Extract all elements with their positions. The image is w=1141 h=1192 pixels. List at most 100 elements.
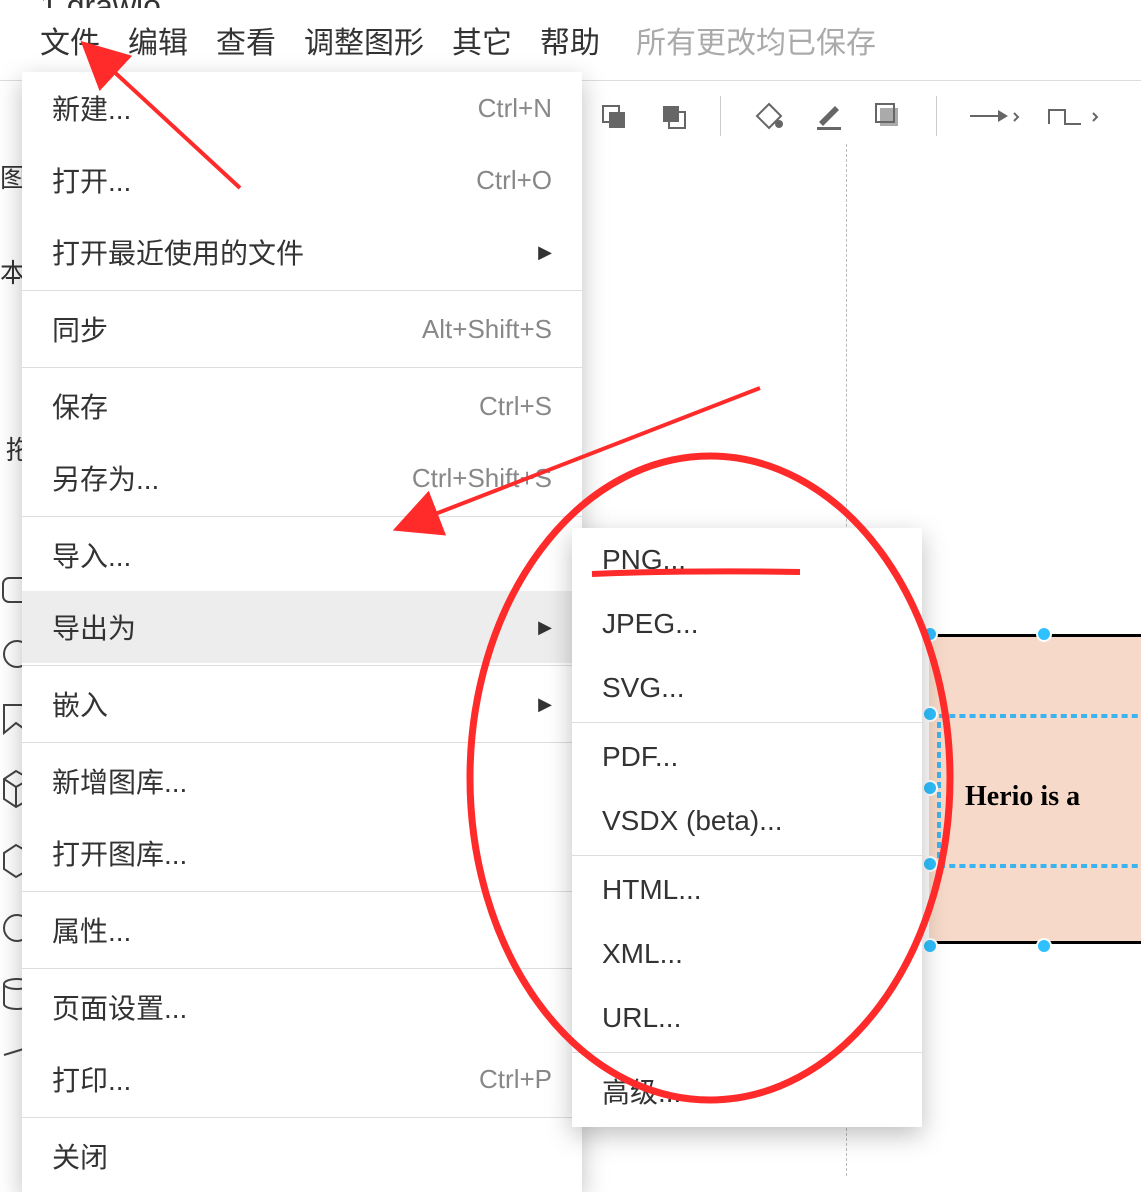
menu-item-save-as[interactable]: 另存为... Ctrl+Shift+S <box>22 442 582 514</box>
menu-item-label: 高级... <box>602 1071 681 1111</box>
menu-item-label: HTML... <box>602 874 702 906</box>
node-text: Herio is a <box>965 781 1080 813</box>
title-text: 1.drawio <box>40 0 161 8</box>
menu-item-label: 打开... <box>52 160 131 200</box>
menu-separator <box>22 891 582 892</box>
menu-item-label: XML... <box>602 938 683 970</box>
menu-item-new[interactable]: 新建... Ctrl+N <box>22 72 582 144</box>
menu-item-page-setup[interactable]: 页面设置... <box>22 971 582 1043</box>
menu-item-label: 同步 <box>52 309 108 349</box>
menu-item-label: 新建... <box>52 88 131 128</box>
menu-item-label: 导出为 <box>52 607 136 647</box>
menu-item-shortcut: Ctrl+N <box>478 93 552 124</box>
menu-item-export-as[interactable]: 导出为 ▶ <box>22 591 582 663</box>
export-html[interactable]: HTML... <box>572 858 922 922</box>
export-png[interactable]: PNG... <box>572 528 922 592</box>
waypoints-icon[interactable] <box>1046 98 1101 134</box>
menu-separator <box>572 855 922 856</box>
shadow-icon[interactable] <box>870 98 905 134</box>
menu-arrange[interactable]: 调整图形 <box>304 18 424 62</box>
menu-item-label: VSDX (beta)... <box>602 805 783 837</box>
menu-edit[interactable]: 编辑 <box>128 18 188 62</box>
export-advanced[interactable]: 高级... <box>572 1055 922 1127</box>
menu-item-open[interactable]: 打开... Ctrl+O <box>22 144 582 216</box>
chevron-right-icon: ▶ <box>538 242 552 263</box>
menu-item-shortcut: Ctrl+Shift+S <box>412 463 552 494</box>
menu-item-label: 打印... <box>52 1059 131 1099</box>
document-title: 1.drawio <box>0 0 1141 8</box>
fill-color-icon[interactable] <box>751 98 786 134</box>
menu-help[interactable]: 帮助 <box>540 18 600 62</box>
save-status: 所有更改均已保存 <box>636 18 876 62</box>
menu-separator <box>572 1052 922 1053</box>
menu-separator <box>22 516 582 517</box>
export-jpeg[interactable]: JPEG... <box>572 592 922 656</box>
menu-item-new-library[interactable]: 新增图库... <box>22 745 582 817</box>
line-color-icon[interactable] <box>811 98 846 134</box>
menu-item-label: 打开图库... <box>52 833 187 873</box>
menu-file[interactable]: 文件 <box>40 18 100 62</box>
menu-separator <box>22 367 582 368</box>
menu-item-properties[interactable]: 属性... <box>22 894 582 966</box>
menu-item-label: 页面设置... <box>52 987 187 1027</box>
selection-handle[interactable] <box>922 856 938 872</box>
menu-item-open-library[interactable]: 打开图库... <box>22 817 582 889</box>
menu-item-label: 另存为... <box>52 458 159 498</box>
menu-bar: 文件 编辑 查看 调整图形 其它 帮助 所有更改均已保存 <box>0 8 1141 81</box>
toolbar-separator <box>720 96 721 136</box>
menu-separator <box>22 1117 582 1118</box>
menu-item-label: JPEG... <box>602 608 698 640</box>
menu-item-label: PDF... <box>602 741 678 773</box>
menu-separator <box>22 742 582 743</box>
menu-item-embed[interactable]: 嵌入 ▶ <box>22 668 582 740</box>
export-xml[interactable]: XML... <box>572 922 922 986</box>
menu-item-label: URL... <box>602 1002 681 1034</box>
menu-item-label: 新增图库... <box>52 761 187 801</box>
selection-handle[interactable] <box>922 626 938 642</box>
menu-item-label: 打开最近使用的文件 <box>52 232 304 272</box>
menu-item-shortcut: Alt+Shift+S <box>422 314 552 345</box>
selection-guide <box>929 714 1141 718</box>
menu-item-save[interactable]: 保存 Ctrl+S <box>22 370 582 442</box>
menu-item-label: 属性... <box>52 910 131 950</box>
menu-item-import[interactable]: 导入... <box>22 519 582 591</box>
menu-separator <box>22 665 582 666</box>
menu-item-label: 导入... <box>52 535 131 575</box>
toolbar-separator <box>936 96 937 136</box>
export-pdf[interactable]: PDF... <box>572 725 922 789</box>
menu-item-shortcut: Ctrl+S <box>479 391 552 422</box>
export-svg[interactable]: SVG... <box>572 656 922 720</box>
chevron-right-icon: ▶ <box>538 617 552 638</box>
menu-item-label: PNG... <box>602 544 686 576</box>
menu-item-shortcut: Ctrl+P <box>479 1064 552 1095</box>
menu-extras[interactable]: 其它 <box>452 18 512 62</box>
export-vsdx[interactable]: VSDX (beta)... <box>572 789 922 853</box>
menu-item-sync[interactable]: 同步 Alt+Shift+S <box>22 293 582 365</box>
selection-handle[interactable] <box>922 780 938 796</box>
menu-separator <box>572 722 922 723</box>
chevron-right-icon: ▶ <box>538 694 552 715</box>
selection-handle[interactable] <box>922 938 938 954</box>
to-back-icon[interactable] <box>655 98 690 134</box>
menu-item-label: 保存 <box>52 386 108 426</box>
menu-item-label: 嵌入 <box>52 684 108 724</box>
selection-handle[interactable] <box>922 706 938 722</box>
menu-view[interactable]: 查看 <box>216 18 276 62</box>
diagram-node[interactable]: Herio is a <box>929 634 1141 944</box>
selection-guide <box>929 864 1141 868</box>
menu-item-label: 关闭 <box>52 1136 108 1176</box>
menu-separator <box>22 290 582 291</box>
connection-icon[interactable] <box>967 98 1022 134</box>
selection-handle[interactable] <box>1036 626 1052 642</box>
selection-handle[interactable] <box>1036 938 1052 954</box>
to-front-icon[interactable] <box>596 98 631 134</box>
export-url[interactable]: URL... <box>572 986 922 1050</box>
menu-item-label: SVG... <box>602 672 684 704</box>
menu-item-open-recent[interactable]: 打开最近使用的文件 ▶ <box>22 216 582 288</box>
menu-item-close[interactable]: 关闭 <box>22 1120 582 1192</box>
menu-item-print[interactable]: 打印... Ctrl+P <box>22 1043 582 1115</box>
file-menu-dropdown: 新建... Ctrl+N 打开... Ctrl+O 打开最近使用的文件 ▶ 同步… <box>22 72 582 1192</box>
menu-item-shortcut: Ctrl+O <box>476 165 552 196</box>
export-submenu: PNG... JPEG... SVG... PDF... VSDX (beta)… <box>572 528 922 1127</box>
menu-separator <box>22 968 582 969</box>
